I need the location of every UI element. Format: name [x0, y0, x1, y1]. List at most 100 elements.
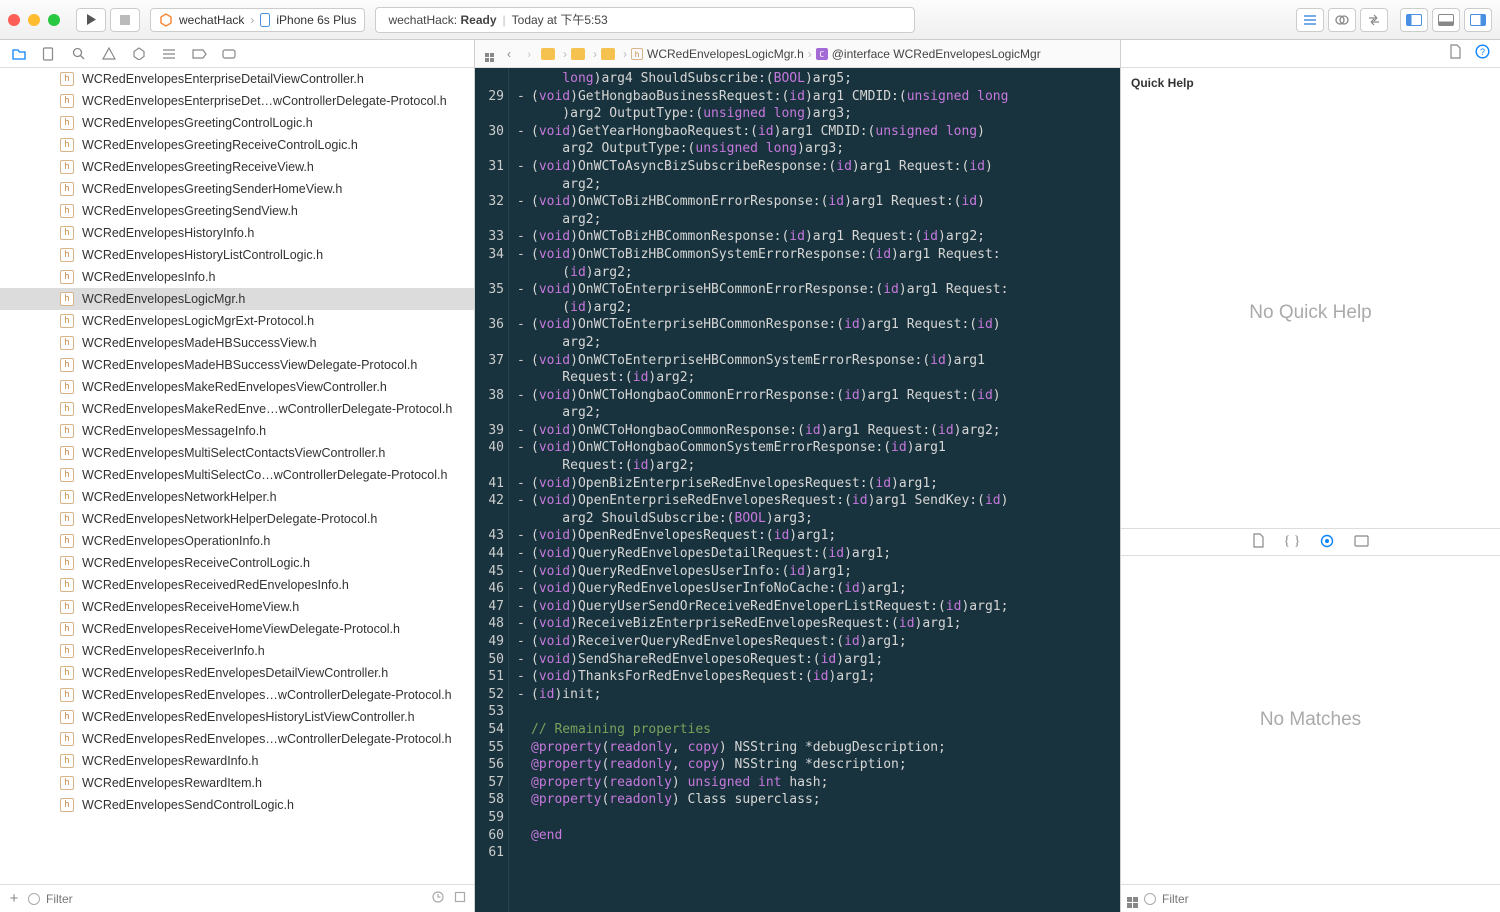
file-row[interactable]: hWCRedEnvelopesOperationInfo.h: [0, 530, 474, 552]
file-row[interactable]: hWCRedEnvelopesNetworkHelperDelegate-Pro…: [0, 508, 474, 530]
file-row[interactable]: hWCRedEnvelopesMultiSelectContactsViewCo…: [0, 442, 474, 464]
crumb-folder-3[interactable]: [601, 47, 619, 61]
find-navigator-tab[interactable]: [72, 47, 88, 61]
report-navigator-tab[interactable]: [222, 48, 238, 60]
source-control-navigator-tab[interactable]: [42, 47, 58, 61]
file-row[interactable]: hWCRedEnvelopesReceiveControlLogic.h: [0, 552, 474, 574]
file-row[interactable]: hWCRedEnvelopesSendControlLogic.h: [0, 794, 474, 816]
test-navigator-tab[interactable]: [132, 47, 148, 60]
standard-editor-button[interactable]: [1296, 8, 1324, 32]
source-editor[interactable]: 2930313233343536373839404142434445464748…: [475, 68, 1120, 912]
back-button[interactable]: ‹: [501, 47, 517, 61]
debug-navigator-tab[interactable]: [162, 48, 178, 60]
file-name: WCRedEnvelopesMakeRedEnve…wControllerDel…: [82, 402, 452, 416]
toggle-debug-area-button[interactable]: [1432, 8, 1460, 32]
file-row[interactable]: hWCRedEnvelopesReceiveHomeView.h: [0, 596, 474, 618]
header-file-icon: h: [60, 644, 74, 658]
file-row[interactable]: hWCRedEnvelopesHistoryListControlLogic.h: [0, 244, 474, 266]
file-list[interactable]: hWCRedEnvelopesEnterpriseDetailViewContr…: [0, 68, 474, 884]
file-row[interactable]: hWCRedEnvelopesRedEnvelopesHistoryListVi…: [0, 706, 474, 728]
file-row[interactable]: hWCRedEnvelopesGreetingSendView.h: [0, 200, 474, 222]
issue-navigator-tab[interactable]: [102, 47, 118, 60]
scm-filter-icon[interactable]: [452, 891, 468, 906]
crumb-folder-2[interactable]: [571, 47, 589, 61]
header-file-icon: h: [60, 204, 74, 218]
header-file-icon: h: [60, 710, 74, 724]
file-row[interactable]: hWCRedEnvelopesEnterpriseDetailViewContr…: [0, 68, 474, 90]
file-name: WCRedEnvelopesMadeHBSuccessView.h: [82, 336, 317, 350]
scheme-selector[interactable]: wechatHack › iPhone 6s Plus: [150, 8, 365, 32]
recent-filter-icon[interactable]: [430, 891, 446, 906]
filter-icon: [28, 893, 40, 905]
jump-bar[interactable]: ‹ › › › › hWCRedEnvelopesLogicMgr.h › C@…: [475, 40, 1120, 68]
file-row[interactable]: hWCRedEnvelopesMakeRedEnve…wControllerDe…: [0, 398, 474, 420]
close-window[interactable]: [8, 14, 20, 26]
file-row[interactable]: hWCRedEnvelopesMadeHBSuccessView.h: [0, 332, 474, 354]
zoom-window[interactable]: [48, 14, 60, 26]
file-row[interactable]: hWCRedEnvelopesGreetingReceiveView.h: [0, 156, 474, 178]
file-row[interactable]: hWCRedEnvelopesGreetingSenderHomeView.h: [0, 178, 474, 200]
file-row[interactable]: hWCRedEnvelopesReceiverInfo.h: [0, 640, 474, 662]
forward-button[interactable]: ›: [521, 47, 537, 61]
code-area[interactable]: long)arg4 ShouldSubscribe:(BOOL)arg5;-(v…: [509, 68, 1120, 912]
file-row[interactable]: hWCRedEnvelopesRewardInfo.h: [0, 750, 474, 772]
panel-toggle-group: [1400, 8, 1492, 32]
file-row[interactable]: hWCRedEnvelopesRewardItem.h: [0, 772, 474, 794]
version-editor-button[interactable]: [1360, 8, 1388, 32]
header-file-icon: h: [60, 226, 74, 240]
media-library-tab[interactable]: [1354, 534, 1369, 550]
navigator-filter-input[interactable]: [46, 892, 424, 906]
file-row[interactable]: hWCRedEnvelopesGreetingReceiveControlLog…: [0, 134, 474, 156]
crumb-symbol[interactable]: C@interface WCRedEnvelopesLogicMgr: [816, 47, 1041, 61]
header-file-icon: h: [60, 270, 74, 284]
assistant-editor-button[interactable]: [1328, 8, 1356, 32]
file-name: WCRedEnvelopesRedEnvelopes…wControllerDe…: [82, 732, 452, 746]
file-row[interactable]: hWCRedEnvelopesRedEnvelopes…wControllerD…: [0, 684, 474, 706]
scheme-device: iPhone 6s Plus: [276, 13, 356, 27]
quick-help-tab[interactable]: ?: [1475, 44, 1490, 63]
project-navigator-tab[interactable]: [12, 47, 28, 61]
app-icon: [159, 13, 173, 27]
file-row[interactable]: hWCRedEnvelopesNetworkHelper.h: [0, 486, 474, 508]
crumb-file[interactable]: hWCRedEnvelopesLogicMgr.h: [631, 47, 804, 61]
file-row[interactable]: hWCRedEnvelopesLogicMgr.h: [0, 288, 474, 310]
file-row[interactable]: hWCRedEnvelopesMessageInfo.h: [0, 420, 474, 442]
toggle-utilities-button[interactable]: [1464, 8, 1492, 32]
object-library-tab[interactable]: [1320, 534, 1334, 551]
file-row[interactable]: hWCRedEnvelopesMakeRedEnvelopesViewContr…: [0, 376, 474, 398]
file-name: WCRedEnvelopesSendControlLogic.h: [82, 798, 294, 812]
file-row[interactable]: hWCRedEnvelopesReceiveHomeViewDelegate-P…: [0, 618, 474, 640]
line-gutter: 2930313233343536373839404142434445464748…: [475, 68, 509, 912]
file-row[interactable]: hWCRedEnvelopesRedEnvelopes…wControllerD…: [0, 728, 474, 750]
file-row[interactable]: hWCRedEnvelopesRedEnvelopesDetailViewCon…: [0, 662, 474, 684]
header-file-icon: h: [60, 160, 74, 174]
stop-button[interactable]: [110, 8, 140, 32]
file-template-library-tab[interactable]: [1252, 533, 1264, 551]
file-row[interactable]: hWCRedEnvelopesGreetingControlLogic.h: [0, 112, 474, 134]
related-items-icon[interactable]: [481, 46, 497, 62]
file-row[interactable]: hWCRedEnvelopesReceivedRedEnvelopesInfo.…: [0, 574, 474, 596]
file-row[interactable]: hWCRedEnvelopesMadeHBSuccessViewDelegate…: [0, 354, 474, 376]
file-name: WCRedEnvelopesMadeHBSuccessViewDelegate-…: [82, 358, 417, 372]
file-row[interactable]: hWCRedEnvelopesLogicMgrExt-Protocol.h: [0, 310, 474, 332]
library-filter-input[interactable]: [1162, 892, 1494, 906]
toggle-navigator-button[interactable]: [1400, 8, 1428, 32]
header-file-icon: h: [60, 754, 74, 768]
file-row[interactable]: hWCRedEnvelopesInfo.h: [0, 266, 474, 288]
grid-view-icon[interactable]: [1127, 890, 1138, 908]
file-name: WCRedEnvelopesLogicMgr.h: [82, 292, 245, 306]
file-row[interactable]: h WCRedEnvelopesHistoryInfo.h: [0, 222, 474, 244]
run-button[interactable]: [76, 8, 106, 32]
file-inspector-tab[interactable]: [1449, 44, 1461, 63]
svg-text:?: ?: [1480, 47, 1485, 57]
add-button[interactable]: +: [6, 890, 22, 907]
crumb-folder-1[interactable]: [541, 47, 559, 61]
file-row[interactable]: hWCRedEnvelopesMultiSelectCo…wController…: [0, 464, 474, 486]
library-no-matches: No Matches: [1121, 556, 1500, 884]
file-row[interactable]: hWCRedEnvelopesEnterpriseDet…wController…: [0, 90, 474, 112]
breakpoint-navigator-tab[interactable]: [192, 49, 208, 59]
minimize-window[interactable]: [28, 14, 40, 26]
file-name: WCRedEnvelopesHistoryInfo.h: [82, 226, 254, 240]
code-snippet-library-tab[interactable]: { }: [1284, 534, 1301, 550]
file-name: WCRedEnvelopesMultiSelectCo…wControllerD…: [82, 468, 447, 482]
